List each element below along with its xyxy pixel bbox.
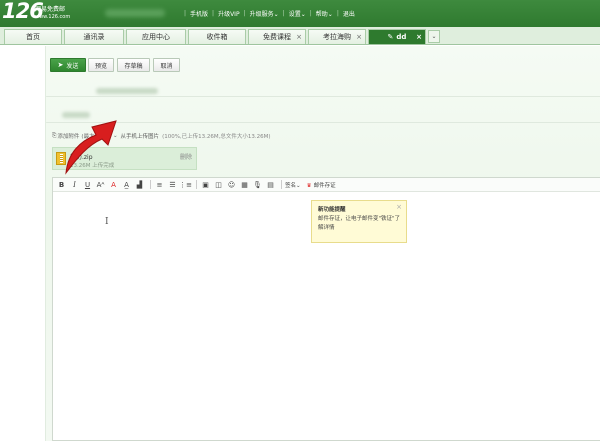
preview-button[interactable]: 预览 (88, 58, 114, 72)
tab-contacts[interactable]: 通讯录 (64, 29, 124, 44)
recipient-blurred (96, 88, 158, 94)
close-icon[interactable]: × (416, 33, 422, 41)
tab-list-dropdown[interactable]: ⌄ (428, 30, 440, 43)
image-icon[interactable]: ▣ (200, 179, 211, 190)
signature-dropdown[interactable]: 签名⌄ (285, 181, 301, 189)
logo-url: www.126.com (35, 14, 71, 20)
stamp-icon: ♛ (306, 182, 312, 189)
tab-inbox[interactable]: 收件箱 (188, 29, 246, 44)
chevron-down-icon: ⌄ (431, 33, 437, 40)
send-plane-icon: ➤ (57, 61, 64, 69)
close-icon[interactable]: × (296, 33, 302, 41)
nav-settings[interactable]: 设置⌄ (289, 9, 306, 18)
save-draft-button[interactable]: 存草稿 (117, 58, 150, 72)
tab-app-center[interactable]: 应用中心 (126, 29, 186, 44)
tooltip-body[interactable]: 邮件存证，让电子邮件变"铁证"了解详情 (318, 215, 402, 233)
tab-free-course[interactable]: 免费课程 × (248, 29, 306, 44)
logo[interactable]: 126 网易免费邮 www.126.com (2, 0, 70, 27)
top-header: 126 网易免费邮 www.126.com | 手机版 | 升级VIP | 升级… (0, 0, 600, 27)
chevron-down-icon: ⌄ (273, 10, 279, 18)
voice-icon[interactable]: 🎙 (252, 179, 263, 190)
compose-area: ➤ 发送 预览 存草稿 取消 ⎘ 添加附件 (最大3G) | ⌄ 从手机上传图片… (45, 46, 600, 441)
text-cursor-icon: I (105, 217, 109, 227)
paperclip-icon: ⎘ (52, 132, 57, 139)
more-tools-icon[interactable]: ▤ (265, 179, 276, 190)
attachment-delete-link[interactable]: 删除 (180, 152, 192, 161)
cancel-button[interactable]: 取消 (153, 58, 180, 72)
chevron-down-icon: ⌄ (327, 10, 333, 18)
bulleted-list-icon[interactable]: ☰ (167, 179, 178, 190)
table-icon[interactable]: ▦ (239, 179, 250, 190)
tooltip-title: 新功能提醒 (318, 207, 346, 213)
chevron-down-icon: ⌄ (296, 182, 301, 189)
tab-kaola[interactable]: 考拉海购 × (308, 29, 366, 44)
tab-bar: 首页 通讯录 应用中心 收件箱 免费课程 × 考拉海购 × ✎ dd × ⌄ (0, 27, 600, 45)
new-feature-tooltip: 新功能提醒 邮件存证，让电子邮件变"铁证"了解详情 × (311, 200, 407, 243)
tab-home[interactable]: 首页 (4, 29, 62, 44)
upload-quota: (100%,已上传13.26M,总文件大小13.26M) (162, 134, 271, 140)
align-icon[interactable]: ≡ (154, 179, 165, 190)
nav-upgrade[interactable]: 升级服务⌄ (250, 9, 279, 18)
emoji-icon[interactable]: ☺ (226, 179, 237, 190)
chevron-down-icon: ⌄ (300, 10, 306, 18)
close-icon[interactable]: × (396, 203, 402, 211)
body-editor[interactable]: B I U Aᴬ A A̲ ▟ ≡ ☰ ⋮≡ ▣ ◫ ☺ ▦ 🎙 ▤ 签名⌄ ♛… (52, 177, 600, 441)
numbered-list-icon[interactable]: ⋮≡ (179, 179, 192, 190)
tab-compose-active[interactable]: ✎ dd × (368, 29, 426, 44)
nav-vip[interactable]: 升级VIP (218, 9, 240, 18)
screenshot-icon[interactable]: ◫ (213, 179, 224, 190)
red-arrow-annotation (65, 120, 117, 175)
nav-logout[interactable]: 退出 (343, 9, 355, 18)
email-certificate-button[interactable]: ♛ 邮件存证 (307, 181, 336, 189)
send-button[interactable]: ➤ 发送 (50, 58, 86, 72)
logo-name: 网易免费邮 (35, 6, 66, 13)
top-nav: | 手机版 | 升级VIP | 升级服务⌄ | 设置⌄ | 帮助⌄ | 退出 (184, 9, 355, 18)
field-divider (46, 96, 600, 97)
compose-edit-icon: ✎ (387, 33, 394, 41)
account-name-blurred (105, 9, 165, 17)
nav-help[interactable]: 帮助⌄ (316, 9, 333, 18)
nav-mobile[interactable]: 手机版 (190, 9, 208, 18)
close-icon[interactable]: × (356, 33, 362, 41)
